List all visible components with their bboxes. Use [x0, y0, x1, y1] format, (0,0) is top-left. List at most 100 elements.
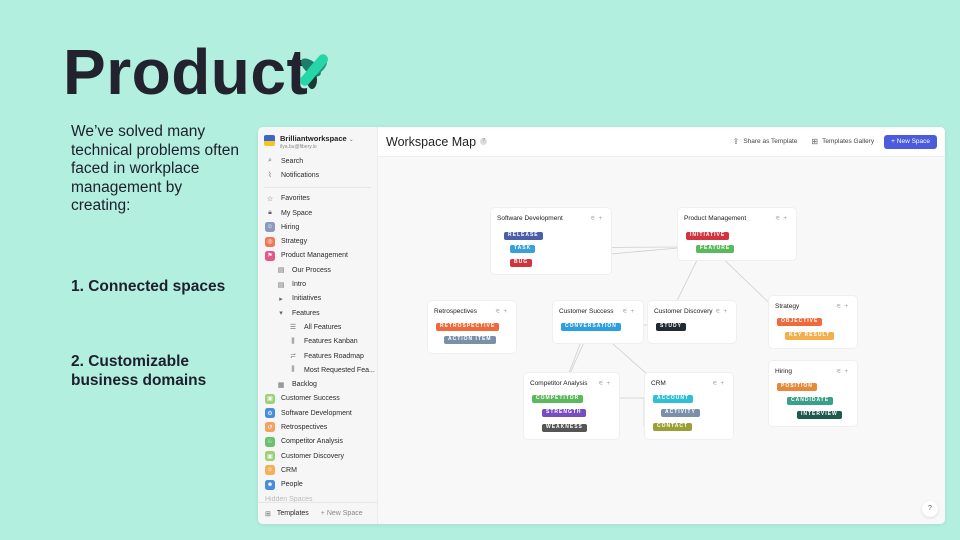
sidebar-item-strategy[interactable]: ◎ Strategy	[258, 234, 377, 248]
add-icon[interactable]: +	[844, 369, 851, 375]
sidebar-item-competitor-analysis[interactable]: ♘ Competitor Analysis	[258, 435, 377, 449]
sidebar-item-label: My Space	[281, 209, 313, 217]
space-card-title: Customer Discovery	[654, 308, 713, 315]
database-tag-release[interactable]: RELEASE	[504, 232, 543, 240]
fibery-logo-icon	[300, 54, 328, 89]
space-card-strategy[interactable]: Strategy ⚟+ OBJECTIVE KEY RESULT	[769, 296, 857, 348]
sidebar-item-customer-success[interactable]: ▣ Customer Success	[258, 392, 377, 406]
database-tag-strength[interactable]: STRENGTH	[542, 409, 586, 417]
info-icon[interactable]: ?	[480, 138, 488, 145]
database-tag-candidate[interactable]: CANDIDATE	[787, 397, 834, 405]
database-tag-conversation[interactable]: CONVERSATION	[561, 323, 621, 331]
sidebar-item-features[interactable]: ▾ Features	[258, 306, 377, 320]
sidebar-item-backlog[interactable]: ▦ Backlog	[258, 377, 377, 391]
database-tag-contact[interactable]: CONTACT	[653, 423, 693, 431]
sidebar-item-label: Product Management	[281, 252, 348, 260]
search-icon: ⌕	[268, 157, 272, 165]
sidebar-item-label: Features	[292, 309, 320, 317]
card-tools: ⚟+	[715, 308, 730, 315]
sidebar-item-my-space[interactable]: 🔒︎ My Space	[258, 206, 377, 220]
gallery-icon: ⊞	[811, 137, 819, 146]
sidebar-item-label: Customer Discovery	[281, 452, 345, 460]
add-icon[interactable]: +	[783, 216, 790, 222]
space-card-hiring[interactable]: Hiring ⚟+ POSITION CANDIDATE INTERVIEW	[769, 361, 857, 426]
sidebar-item-search[interactable]: ⌕ Search	[258, 154, 377, 168]
sidebar-item-favorites[interactable]: ☆ Favorites	[258, 192, 377, 206]
add-icon[interactable]: +	[844, 304, 851, 310]
space-card-pm[interactable]: Product Management ⚟+ INITIATIVE FEATURE	[678, 208, 796, 260]
sidebar-item-label: CRM	[281, 466, 297, 474]
sidebar-item-label: Competitor Analysis	[281, 438, 343, 446]
discovery-icon: ▣	[265, 451, 275, 462]
sidebar-item-our-process[interactable]: ▤ Our Process	[258, 263, 377, 277]
share-as-template-button[interactable]: ⇪ Share as Template	[733, 137, 798, 146]
sidebar-item-all-features[interactable]: ☰ All Features	[258, 320, 377, 334]
sidebar-item-label: Intro	[292, 281, 307, 289]
workspace-switcher[interactable]: Brilliantworkspace ⌄ ilya.bu@fibery.io	[258, 127, 377, 154]
card-tools: ⚟+	[590, 215, 605, 222]
space-card-crm[interactable]: CRM ⚟+ ACCOUNT ACTIVITY CONTACT	[645, 373, 733, 439]
templates-gallery-button[interactable]: ⊞ Templates Gallery	[811, 137, 874, 146]
retro-icon: ↺	[265, 422, 275, 433]
intro-text: We’ve solved many technical problems oft…	[71, 123, 240, 214]
space-card-cs[interactable]: Customer Success ⚟+ CONVERSATION	[553, 301, 643, 343]
database-tag-initiative[interactable]: INITIATIVE	[686, 232, 730, 240]
database-tag-task[interactable]: TASK	[510, 245, 536, 253]
space-card-softdev[interactable]: Software Development ⚟+ RELEASE TASK BUG	[491, 208, 611, 274]
database-tag-retrospective[interactable]: RETROSPECTIVE	[436, 323, 500, 331]
sidebar-item-product-management[interactable]: ⚑ Product Management	[258, 249, 377, 263]
database-tag-study[interactable]: STUDY	[656, 323, 686, 331]
sidebar-item-initiatives[interactable]: ▸ Initiatives	[258, 292, 377, 306]
table-view-icon: ▦	[277, 381, 285, 389]
space-card-title: Retrospectives	[434, 308, 477, 315]
workspace-email: ilya.bu@fibery.io	[280, 144, 317, 150]
topbar: Workspace Map ? ⇪ Share as Template ⊞ Temp…	[378, 127, 945, 157]
sidebar-item-customer-discovery[interactable]: ▣ Customer Discovery	[258, 449, 377, 463]
sidebar-item-features-kanban[interactable]: ⫼ Features Kanban	[258, 335, 377, 349]
add-icon[interactable]: +	[630, 309, 637, 315]
list-view-icon: ☰	[289, 324, 297, 332]
database-tag-objective[interactable]: OBJECTIVE	[777, 318, 823, 326]
database-tag-weakness[interactable]: WEAKNESS	[542, 424, 587, 432]
new-space-button[interactable]: + New Space	[884, 134, 937, 149]
database-tag-feature[interactable]: FEATURE	[696, 245, 735, 253]
slide-title: Product	[63, 36, 309, 108]
sidebar-item-people[interactable]: ☻ People	[258, 478, 377, 492]
database-tag-competitor[interactable]: COMPETITOR	[532, 395, 584, 403]
space-card-retro[interactable]: Retrospectives ⚟+ RETROSPECTIVE ACTION ITEM	[428, 301, 516, 353]
sidebar-item-hiring[interactable]: ☺ Hiring	[258, 220, 377, 234]
add-icon[interactable]: +	[720, 381, 727, 387]
database-tag-bug[interactable]: BUG	[510, 259, 533, 267]
sidebar-item-label: Customer Success	[281, 395, 340, 403]
database-tag-activity[interactable]: ACTIVITY	[661, 409, 700, 417]
sidebar-item-software-development[interactable]: ⚙ Software Development	[258, 406, 377, 420]
database-tag-account[interactable]: ACCOUNT	[653, 395, 693, 403]
sidebar-item-most-requested[interactable]: ⫼ Most Requested Fea...	[258, 363, 377, 377]
sidebar-item-crm[interactable]: ☺ CRM	[258, 463, 377, 477]
new-space-link[interactable]: + New Space	[321, 510, 363, 517]
add-icon[interactable]: +	[598, 216, 605, 222]
add-icon[interactable]: +	[503, 309, 510, 315]
chevron-down-icon: ⌄	[348, 137, 354, 143]
add-icon[interactable]: +	[606, 381, 613, 387]
sidebar-item-notifications[interactable]: ⌇ Notifications	[258, 168, 377, 182]
sidebar-item-retrospectives[interactable]: ↺ Retrospectives	[258, 420, 377, 434]
database-tag-action-item[interactable]: ACTION ITEM	[444, 336, 496, 344]
help-button[interactable]: ?	[922, 501, 938, 517]
database-tag-key-result[interactable]: KEY RESULT	[785, 332, 835, 340]
workspace-logo-icon	[264, 135, 275, 146]
strategy-icon: ◎	[265, 236, 275, 247]
workspace-map-canvas[interactable]: Software Development ⚟+ RELEASE TASK BUG Prod…	[378, 158, 945, 524]
main-panel: Workspace Map ? ⇪ Share as Template ⊞ Temp…	[378, 127, 945, 524]
add-icon[interactable]: +	[723, 309, 730, 315]
sidebar-item-features-roadmap[interactable]: ≓ Features Roadmap	[258, 349, 377, 363]
space-card-cd[interactable]: Customer Discovery ⚟+ STUDY	[648, 301, 736, 343]
sidebar-item-intro[interactable]: ▤ Intro	[258, 277, 377, 291]
space-card-comp[interactable]: Competitor Analysis ⚟+ COMPETITOR STRENGTH W…	[524, 373, 619, 439]
dev-icon: ⚙	[265, 408, 275, 419]
database-tag-position[interactable]: POSITION	[777, 383, 817, 391]
space-card-title: Customer Success	[559, 308, 614, 315]
database-tag-interview[interactable]: INTERVIEW	[797, 411, 842, 419]
templates-link[interactable]: Templates	[277, 510, 309, 517]
sidebar-item-label: All Features	[304, 323, 342, 331]
